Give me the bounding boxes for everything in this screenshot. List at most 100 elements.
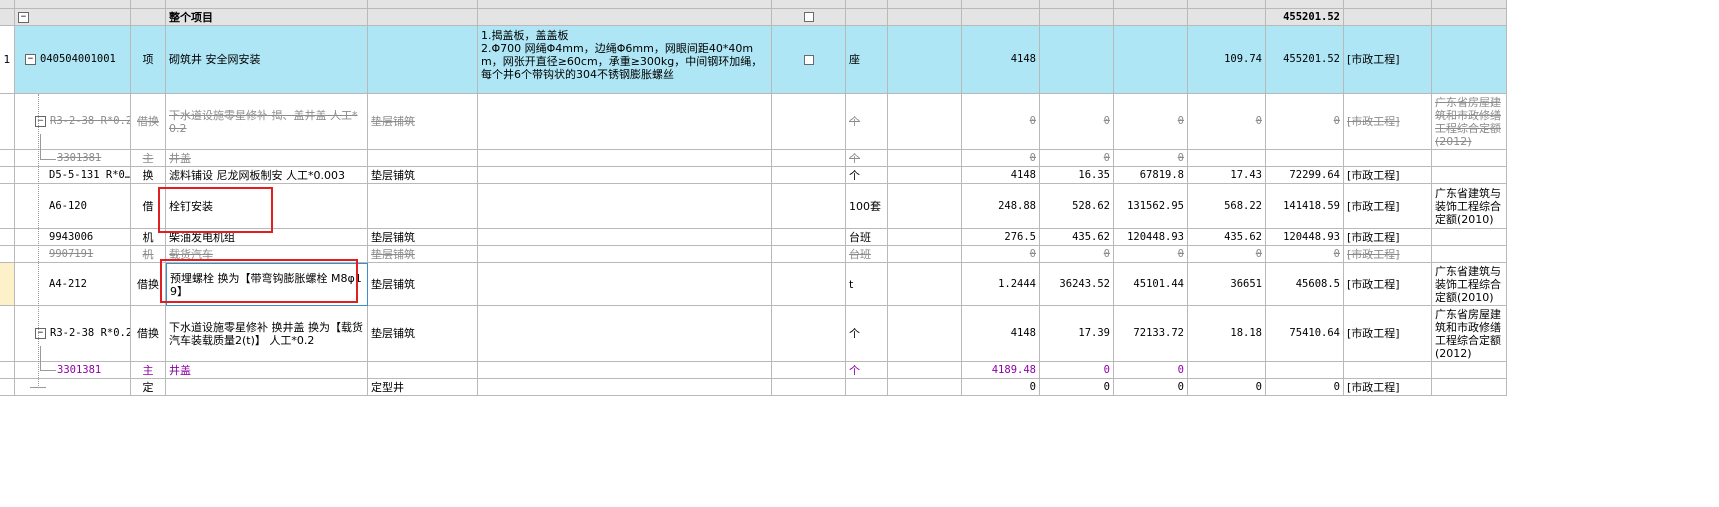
expr-cell[interactable]: [888, 229, 962, 246]
expr-cell[interactable]: [888, 246, 962, 263]
total-price-cell[interactable]: 0: [1266, 246, 1344, 263]
quantity-cell[interactable]: 0: [962, 379, 1040, 396]
discipline-cell[interactable]: [1344, 362, 1432, 379]
total-cell[interactable]: [1114, 26, 1188, 94]
total-cell[interactable]: 131562.95: [1114, 184, 1188, 229]
total-cell[interactable]: 45101.44: [1114, 263, 1188, 306]
flag-cell[interactable]: [772, 26, 846, 94]
code-cell[interactable]: − R3-2-38 R*0.2: [15, 306, 131, 362]
collapse-icon[interactable]: −: [35, 116, 46, 127]
name-cell[interactable]: 井盖: [166, 362, 368, 379]
unit-price-cell[interactable]: 0: [1188, 379, 1266, 396]
features-cell[interactable]: [478, 362, 772, 379]
work-cell[interactable]: 定型井: [368, 379, 478, 396]
total-cell[interactable]: 120448.93: [1114, 229, 1188, 246]
quantity-cell[interactable]: 248.88: [962, 184, 1040, 229]
expr-cell[interactable]: [888, 184, 962, 229]
price-cell[interactable]: 16.35: [1040, 167, 1114, 184]
row-number[interactable]: 1: [0, 26, 15, 94]
work-cell[interactable]: 垫层铺筑: [368, 229, 478, 246]
unit-price-cell[interactable]: 17.43: [1188, 167, 1266, 184]
work-cell[interactable]: [368, 9, 478, 26]
flag-cell[interactable]: [772, 150, 846, 167]
category-cell[interactable]: 换: [131, 167, 166, 184]
total-cell[interactable]: 0: [1114, 246, 1188, 263]
norm-cell[interactable]: [1432, 379, 1507, 396]
price-cell[interactable]: 0: [1040, 379, 1114, 396]
code-cell[interactable]: 3301381: [15, 150, 131, 167]
category-cell[interactable]: [131, 9, 166, 26]
total-price-cell[interactable]: 72299.64: [1266, 167, 1344, 184]
flag-cell[interactable]: [772, 167, 846, 184]
row-header[interactable]: [0, 379, 15, 396]
category-cell[interactable]: 主: [131, 150, 166, 167]
flag-cell[interactable]: [772, 246, 846, 263]
name-cell[interactable]: 整个项目: [166, 9, 368, 26]
total-cell[interactable]: 0: [1114, 379, 1188, 396]
unit-cell[interactable]: 台班: [846, 246, 888, 263]
expr-cell[interactable]: [888, 362, 962, 379]
row-header[interactable]: [0, 167, 15, 184]
unit-cell[interactable]: [846, 379, 888, 396]
name-cell[interactable]: 柴油发电机组: [166, 229, 368, 246]
code-cell[interactable]: − R3-2-38 R*0.2: [15, 94, 131, 150]
flag-cell[interactable]: [772, 229, 846, 246]
unit-price-cell[interactable]: [1188, 150, 1266, 167]
total-price-cell[interactable]: 0: [1266, 379, 1344, 396]
discipline-cell[interactable]: [市政工程]: [1344, 379, 1432, 396]
collapse-icon[interactable]: −: [25, 54, 36, 65]
quantity-cell[interactable]: 0: [962, 246, 1040, 263]
tree-cell[interactable]: −: [15, 9, 131, 26]
category-cell[interactable]: 定: [131, 379, 166, 396]
unit-price-cell[interactable]: [1188, 362, 1266, 379]
name-cell[interactable]: 栓钉安装: [166, 184, 368, 229]
expr-cell[interactable]: [888, 150, 962, 167]
price-cell[interactable]: [1040, 26, 1114, 94]
category-cell[interactable]: 机: [131, 229, 166, 246]
name-cell[interactable]: 下水道设施零星修补 换井盖 换为【载货汽车装载质量2(t)】 人工*0.2: [166, 306, 368, 362]
unit-price-cell[interactable]: 0: [1188, 246, 1266, 263]
total-price-cell[interactable]: 455201.52: [1266, 9, 1344, 26]
quantity-cell[interactable]: [962, 9, 1040, 26]
code-cell[interactable]: 3301381: [15, 362, 131, 379]
discipline-cell[interactable]: [市政工程]: [1344, 94, 1432, 150]
features-cell[interactable]: [478, 184, 772, 229]
expr-cell[interactable]: [888, 94, 962, 150]
norm-cell[interactable]: 广东省房屋建筑和市政修缮工程综合定额(2012): [1432, 94, 1507, 150]
price-cell[interactable]: 0: [1040, 362, 1114, 379]
unit-price-cell[interactable]: 18.18: [1188, 306, 1266, 362]
category-cell[interactable]: 机: [131, 246, 166, 263]
row-header[interactable]: [0, 362, 15, 379]
total-price-cell[interactable]: 45608.5: [1266, 263, 1344, 306]
flag-cell[interactable]: [772, 263, 846, 306]
norm-cell[interactable]: [1432, 150, 1507, 167]
name-cell[interactable]: 砌筑井 安全网安装: [166, 26, 368, 94]
norm-cell[interactable]: [1432, 167, 1507, 184]
expr-cell[interactable]: [888, 306, 962, 362]
price-cell[interactable]: 435.62: [1040, 229, 1114, 246]
quantity-cell[interactable]: 4189.48: [962, 362, 1040, 379]
discipline-cell[interactable]: [市政工程]: [1344, 184, 1432, 229]
unit-price-cell[interactable]: 568.22: [1188, 184, 1266, 229]
code-cell[interactable]: 9907191: [15, 246, 131, 263]
unit-cell[interactable]: [846, 9, 888, 26]
unit-cell[interactable]: 个: [846, 94, 888, 150]
price-cell[interactable]: [1040, 9, 1114, 26]
unit-cell[interactable]: t: [846, 263, 888, 306]
unit-cell[interactable]: 台班: [846, 229, 888, 246]
unit-cell[interactable]: 100套: [846, 184, 888, 229]
name-cell[interactable]: 滤料铺设 尼龙网板制安 人工*0.003: [166, 167, 368, 184]
total-price-cell[interactable]: 455201.52: [1266, 26, 1344, 94]
flag-cell[interactable]: [772, 9, 846, 26]
features-cell[interactable]: [478, 379, 772, 396]
norm-cell[interactable]: 广东省房屋建筑和市政修缮工程综合定额(2012): [1432, 306, 1507, 362]
collapse-icon[interactable]: −: [35, 328, 46, 339]
quantity-cell[interactable]: 4148: [962, 26, 1040, 94]
unit-cell[interactable]: 个: [846, 362, 888, 379]
work-cell[interactable]: [368, 26, 478, 94]
quantity-cell[interactable]: 0: [962, 150, 1040, 167]
name-cell[interactable]: 下水道设施零星修补 揭、盖井盖 人工*0.2: [166, 94, 368, 150]
unit-cell[interactable]: 个: [846, 306, 888, 362]
flag-cell[interactable]: [772, 306, 846, 362]
norm-cell[interactable]: [1432, 362, 1507, 379]
